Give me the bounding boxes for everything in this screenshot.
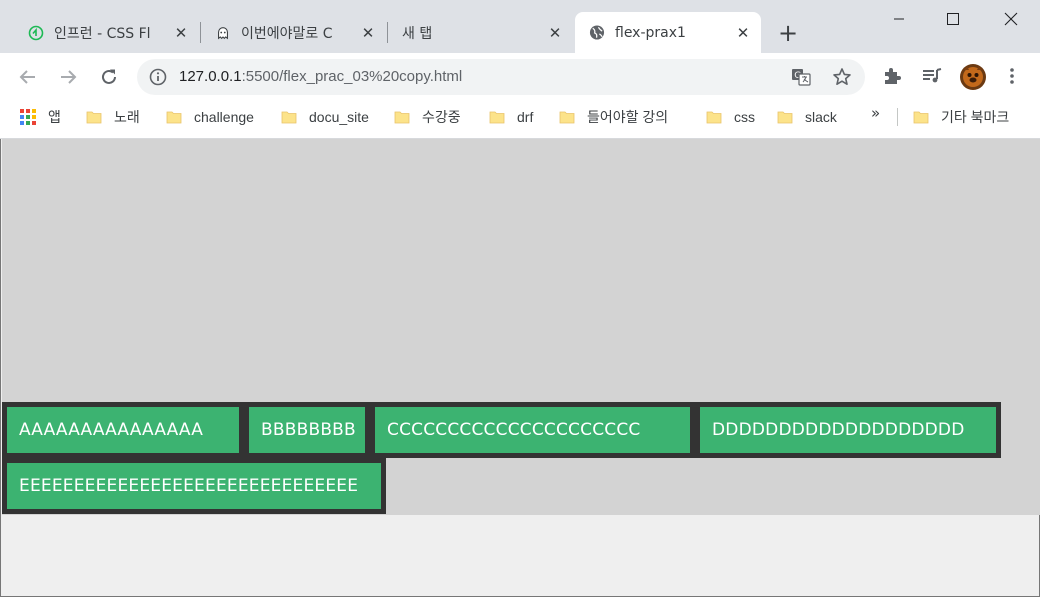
- bookmark-label: 수강중: [422, 109, 461, 125]
- tab-csstutorial[interactable]: 이번에야말로 C ✕: [201, 12, 386, 53]
- bookmark-folder[interactable]: challenge: [166, 104, 254, 130]
- flex-item-d: DDDDDDDDDDDDDDDDDDD: [695, 402, 1001, 458]
- folder-icon: [166, 109, 182, 125]
- bookmark-label: 앱: [48, 109, 61, 125]
- flex-item-e: EEEEEEEEEEEEEEEEEEEEEEEEEEEEEEE: [2, 458, 386, 514]
- media-control-icon[interactable]: [920, 64, 944, 88]
- close-tab-icon[interactable]: ✕: [171, 23, 191, 43]
- bookmark-label: 노래: [114, 109, 140, 125]
- flex-item-b: BBBBBBBB: [244, 402, 370, 458]
- tab-title: 새 탭: [402, 25, 433, 42]
- tab-title: 이번에야말로 C: [241, 25, 333, 42]
- bookmark-label: drf: [517, 109, 534, 125]
- page-viewport: AAAAAAAAAAAAAAA BBBBBBBB CCCCCCCCCCCCCCC…: [0, 139, 1040, 597]
- bookmark-apps[interactable]: 앱: [20, 104, 61, 130]
- browser-toolbar: 127.0.0.1:5500/flex_prac_03%20copy.html …: [0, 53, 1040, 100]
- extensions-icon[interactable]: [880, 64, 904, 88]
- profile-avatar[interactable]: [959, 63, 987, 91]
- translate-icon[interactable]: G: [791, 67, 811, 87]
- close-tab-icon[interactable]: ✕: [358, 23, 378, 43]
- bookmark-label: css: [734, 109, 755, 125]
- inflearn-icon: [28, 25, 44, 41]
- forward-icon[interactable]: [52, 61, 84, 93]
- close-tab-icon[interactable]: ✕: [545, 23, 565, 43]
- close-window-icon[interactable]: [988, 0, 1034, 38]
- minimize-icon[interactable]: [876, 0, 922, 38]
- new-tab-button[interactable]: +: [774, 19, 802, 47]
- bookmark-folder[interactable]: 들어야할 강의: [559, 104, 668, 130]
- folder-icon: [281, 109, 297, 125]
- reload-icon[interactable]: [93, 61, 125, 93]
- tab-inflearn[interactable]: 인프런 - CSS Fl ✕: [14, 12, 199, 53]
- bookmark-folder[interactable]: docu_site: [281, 104, 369, 130]
- bookmarks-bar: 앱 노래 challenge docu_site 수강중 drf 들어야할 강의…: [0, 100, 1040, 138]
- folder-icon: [489, 109, 505, 125]
- bookmark-label: slack: [805, 109, 837, 125]
- bookmark-label: 기타 북마크: [941, 109, 1010, 125]
- url-host: 127.0.0.1: [179, 68, 242, 85]
- menu-kebab-icon[interactable]: [1000, 64, 1024, 88]
- tab-newtab[interactable]: 새 탭 ✕: [388, 12, 573, 53]
- site-info-icon[interactable]: [149, 68, 167, 86]
- bookmark-folder[interactable]: slack: [777, 104, 837, 130]
- bookmark-other-folder[interactable]: 기타 북마크: [913, 104, 1009, 130]
- flex-container: AAAAAAAAAAAAAAA BBBBBBBB CCCCCCCCCCCCCCC…: [2, 139, 1040, 515]
- flex-item-a: AAAAAAAAAAAAAAA: [2, 402, 244, 458]
- apps-grid-icon: [20, 109, 36, 125]
- folder-icon: [559, 109, 575, 125]
- globe-icon: [589, 25, 605, 41]
- bookmark-star-icon[interactable]: [832, 67, 852, 87]
- bookmark-folder[interactable]: 노래: [86, 104, 140, 130]
- back-icon[interactable]: [12, 61, 44, 93]
- close-tab-icon[interactable]: ✕: [733, 23, 753, 43]
- folder-icon: [706, 109, 722, 125]
- bookmark-label: challenge: [194, 109, 254, 125]
- folder-icon: [913, 109, 929, 125]
- bookmark-label: docu_site: [309, 109, 369, 125]
- bookmark-folder[interactable]: drf: [489, 104, 533, 130]
- flex-item-c: CCCCCCCCCCCCCCCCCCCCC: [370, 402, 695, 458]
- url-text: 127.0.0.1:5500/flex_prac_03%20copy.html: [179, 68, 462, 85]
- bookmark-folder[interactable]: 수강중: [394, 104, 461, 130]
- ghost-icon: [215, 25, 231, 41]
- url-path: :5500/flex_prac_03%20copy.html: [241, 68, 463, 85]
- folder-icon: [777, 109, 793, 125]
- tab-strip: 인프런 - CSS Fl ✕ 이번에야말로 C ✕ 새 탭 ✕ flex-pra…: [0, 0, 1040, 53]
- folder-icon: [394, 109, 410, 125]
- bookmarks-overflow-button[interactable]: »: [871, 104, 880, 122]
- folder-icon: [86, 109, 102, 125]
- bookmark-label: 들어야할 강의: [587, 109, 669, 125]
- maximize-icon[interactable]: [930, 0, 976, 38]
- address-bar[interactable]: 127.0.0.1:5500/flex_prac_03%20copy.html …: [137, 59, 865, 95]
- tab-flex-prax1[interactable]: flex-prax1 ✕: [575, 12, 761, 53]
- tab-title: flex-prax1: [615, 24, 686, 41]
- tab-title: 인프런 - CSS Fl: [54, 25, 151, 42]
- bookmarks-separator: [897, 108, 898, 126]
- bookmark-folder[interactable]: css: [706, 104, 755, 130]
